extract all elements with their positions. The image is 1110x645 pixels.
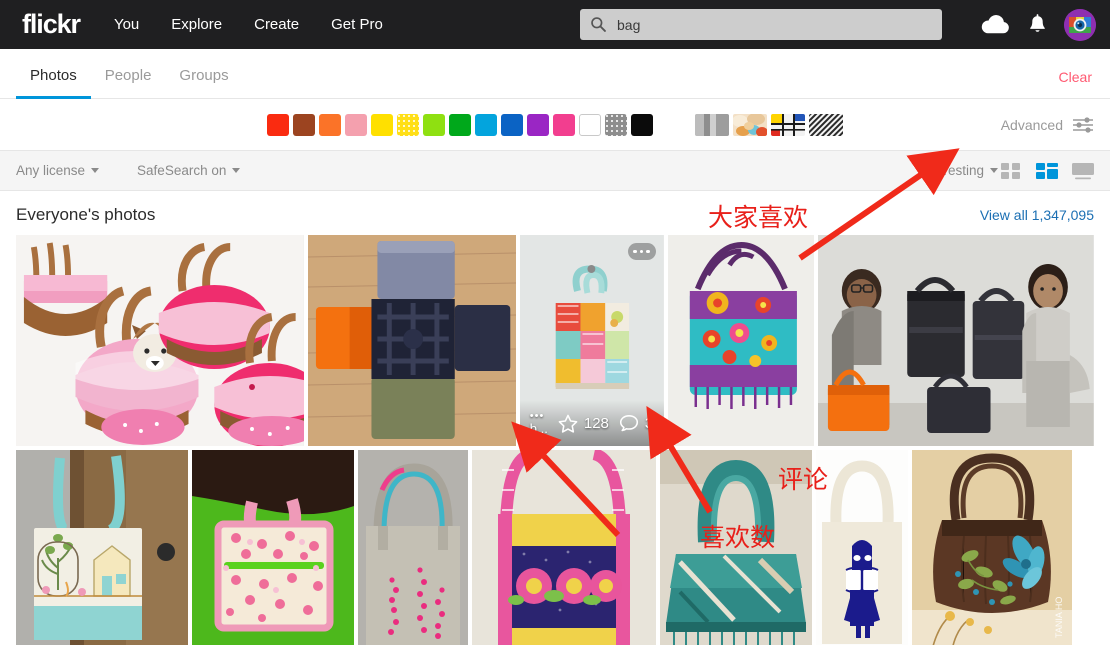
nav-link-explore[interactable]: Explore <box>171 16 222 33</box>
color-swatch-group <box>267 113 653 136</box>
search-bar[interactable] <box>580 9 942 40</box>
photo-tile[interactable] <box>818 235 1094 446</box>
color-swatch-red[interactable] <box>267 113 289 136</box>
slideshow-view-icon[interactable] <box>1068 158 1098 184</box>
color-swatch-blue[interactable] <box>501 113 523 136</box>
sort-dropdown[interactable]: Interesting <box>921 163 998 178</box>
photo-tile[interactable] <box>16 450 188 645</box>
color-swatch-orange[interactable] <box>319 113 341 136</box>
flickr-search-page: flickr You Explore Create Get Pro bag Ph… <box>0 0 1110 645</box>
ellipsis-icon <box>646 249 650 254</box>
chevron-down-icon <box>232 168 241 173</box>
tab-photos[interactable]: Photos <box>16 67 91 99</box>
comment-count: 30 <box>644 414 662 432</box>
safesearch-filter-dropdown[interactable]: SafeSearch on <box>137 163 241 178</box>
photo-row: TANIA HO <box>16 450 1094 645</box>
photo-tile[interactable] <box>358 450 468 645</box>
color-swatch-black[interactable] <box>631 113 653 136</box>
photo-watermark: TANIA HO <box>1054 597 1064 638</box>
top-navigation-bar: flickr You Explore Create Get Pro <box>0 0 1110 49</box>
photo-tile[interactable] <box>192 450 354 645</box>
upload-cloud-icon[interactable] <box>974 4 1016 46</box>
color-swatch-pastel-yellow[interactable] <box>397 113 419 136</box>
photo-menu-button[interactable] <box>627 243 656 260</box>
view-mode-group <box>996 158 1098 184</box>
avatar[interactable] <box>1064 8 1096 41</box>
photo-grid: ••• b... 128 30 TANIA HO <box>0 235 1110 645</box>
tab-people[interactable]: People <box>91 67 166 98</box>
safesearch-filter-label: SafeSearch on <box>137 163 227 178</box>
color-swatch-pink[interactable] <box>345 113 367 136</box>
nav-link-create[interactable]: Create <box>254 16 299 33</box>
photo-hover-overlay: ••• b... 128 30 <box>519 400 664 446</box>
color-swatch-white[interactable] <box>579 113 601 136</box>
photo-tile[interactable] <box>816 450 908 645</box>
photo-tile[interactable] <box>667 235 815 446</box>
star-icon <box>558 414 578 433</box>
photo-title-text: b... <box>529 420 548 436</box>
color-swatch-magenta[interactable] <box>553 113 575 136</box>
tab-groups[interactable]: Groups <box>165 67 242 98</box>
color-swatch-brown[interactable] <box>293 113 315 136</box>
search-input[interactable] <box>617 16 932 33</box>
results-header: Everyone's photos View all 1,347,095 <box>0 195 1110 235</box>
photo-tile[interactable] <box>16 235 304 446</box>
comment-stat[interactable]: 30 <box>619 414 662 432</box>
sort-label: Interesting <box>920 163 984 178</box>
sliders-icon <box>1073 116 1093 133</box>
top-right-icon-group <box>974 0 1096 49</box>
comment-bubble-icon <box>619 415 638 432</box>
color-filter-row: Advanced <box>0 99 1110 151</box>
fave-stat[interactable]: 128 <box>558 414 609 433</box>
search-icon <box>590 16 607 33</box>
fave-count: 128 <box>583 414 609 432</box>
ellipsis-icon <box>633 249 637 254</box>
chevron-down-icon <box>91 168 100 173</box>
color-swatch-purple[interactable] <box>527 113 549 136</box>
photo-title[interactable]: ••• b... <box>530 410 548 436</box>
pattern-patterns[interactable] <box>809 113 843 136</box>
clear-filters-link[interactable]: Clear <box>1059 69 1092 85</box>
photo-tile[interactable] <box>472 450 656 645</box>
bell-icon[interactable] <box>1016 4 1058 46</box>
flickr-logo[interactable]: flickr <box>22 9 81 40</box>
pattern-swatch-group <box>695 113 843 136</box>
advanced-search-button[interactable]: Advanced <box>1001 116 1094 134</box>
pattern-minimalist[interactable] <box>771 113 805 136</box>
ellipsis-icon <box>639 249 644 254</box>
license-filter-label: Any license <box>16 163 86 178</box>
nav-link-you[interactable]: You <box>114 16 139 33</box>
search-scope-tabs: Photos People Groups Clear <box>0 49 1110 99</box>
grid-view-icon[interactable] <box>996 158 1026 184</box>
color-swatch-cyan[interactable] <box>475 113 497 136</box>
nav-link-getpro[interactable]: Get Pro <box>331 16 383 33</box>
photo-tile[interactable] <box>307 235 516 446</box>
photo-row: ••• b... 128 30 <box>16 235 1094 446</box>
color-swatch-lime[interactable] <box>423 113 445 136</box>
pattern-black-and-white[interactable] <box>695 113 729 136</box>
photo-tile[interactable] <box>660 450 812 645</box>
color-swatch-green[interactable] <box>449 113 471 136</box>
secondary-filter-bar: Any license SafeSearch on Interesting <box>0 151 1110 191</box>
photo-tile-hovered[interactable]: ••• b... 128 30 <box>519 235 664 446</box>
photo-tile[interactable]: TANIA HO <box>912 450 1072 645</box>
view-all-link[interactable]: View all 1,347,095 <box>980 207 1094 223</box>
advanced-label: Advanced <box>1000 116 1063 133</box>
license-filter-dropdown[interactable]: Any license <box>16 163 100 178</box>
color-swatch-yellow[interactable] <box>371 113 393 136</box>
color-swatch-gray[interactable] <box>605 113 627 136</box>
pattern-shallow-depth-of-field[interactable] <box>733 113 767 136</box>
page-title: Everyone's photos <box>16 205 156 224</box>
justified-view-icon[interactable] <box>1032 158 1062 184</box>
